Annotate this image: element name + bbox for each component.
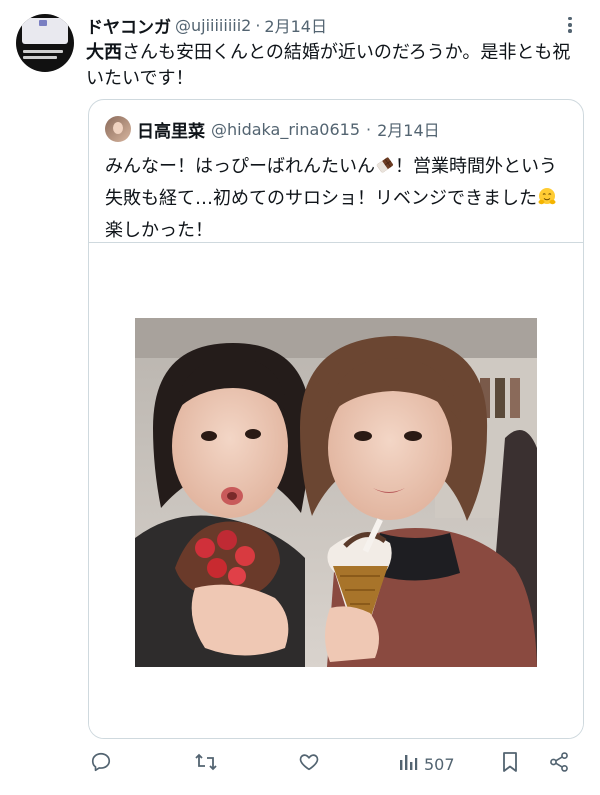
quoted-media[interactable] xyxy=(89,242,583,738)
tweet-text-bold: 大西 xyxy=(86,42,122,63)
retweet-button[interactable] xyxy=(194,748,218,780)
views-button[interactable]: 507 xyxy=(398,748,455,780)
like-button[interactable] xyxy=(298,748,320,780)
quoted-tweet[interactable]: 日高里菜 @hidaka_rina0615 · 2月14日 みんなー！はっぴーば… xyxy=(88,99,584,739)
avatar-screenshot-thumbnail xyxy=(22,18,68,44)
more-options-icon[interactable] xyxy=(560,14,580,34)
share-button[interactable] xyxy=(548,748,570,780)
bookmark-button[interactable] xyxy=(500,748,520,780)
separator-dot: · xyxy=(255,15,261,35)
author-handle[interactable]: @ujiiiiiiii2 xyxy=(175,16,251,35)
quoted-author-handle[interactable]: @hidaka_rina0615 xyxy=(211,120,360,139)
reply-icon xyxy=(90,751,112,777)
tweet-date[interactable]: 2月14日 xyxy=(264,13,327,37)
views-icon xyxy=(398,752,418,776)
quoted-separator-dot: · xyxy=(366,119,372,139)
retweet-icon xyxy=(194,751,218,777)
quoted-avatar[interactable] xyxy=(105,116,131,142)
bookmark-icon xyxy=(500,751,520,777)
chocolate-bar-icon xyxy=(375,155,395,184)
reply-button[interactable] xyxy=(90,748,112,780)
quoted-date[interactable]: 2月14日 xyxy=(377,117,440,141)
quoted-header: 日高里菜 @hidaka_rina0615 · 2月14日 xyxy=(105,116,440,142)
author-avatar[interactable] xyxy=(16,14,74,72)
share-icon xyxy=(548,751,570,777)
quoted-text-part1: みんなー！はっぴーばれんたいん xyxy=(105,156,375,177)
quoted-text: みんなー！はっぴーばれんたいん ！営業時間外という失敗も経て…初めてのサロショ！リ… xyxy=(105,152,573,245)
hugging-face-icon xyxy=(537,187,557,216)
tweet-text-rest: さんも安田くんとの結婚が近いのだろうか。是非とも祝いたいです！ xyxy=(86,42,571,89)
action-bar: 507 xyxy=(0,748,600,782)
tweet-header: ドヤコンガ @ujiiiiiiii2 · 2月14日 xyxy=(86,13,327,38)
tweet-text: 大西さんも安田くんとの結婚が近いのだろうか。是非とも祝いたいです！ xyxy=(86,40,576,92)
tweet[interactable]: ドヤコンガ @ujiiiiiiii2 · 2月14日 大西さんも安田くんとの結婚… xyxy=(0,0,600,795)
like-icon xyxy=(298,751,320,777)
quoted-text-part3: 楽しかった！ xyxy=(105,220,213,241)
quoted-author-name[interactable]: 日高里菜 xyxy=(137,117,205,142)
author-name[interactable]: ドヤコンガ xyxy=(86,13,171,38)
quoted-photo[interactable] xyxy=(135,318,537,667)
views-count: 507 xyxy=(424,754,455,774)
